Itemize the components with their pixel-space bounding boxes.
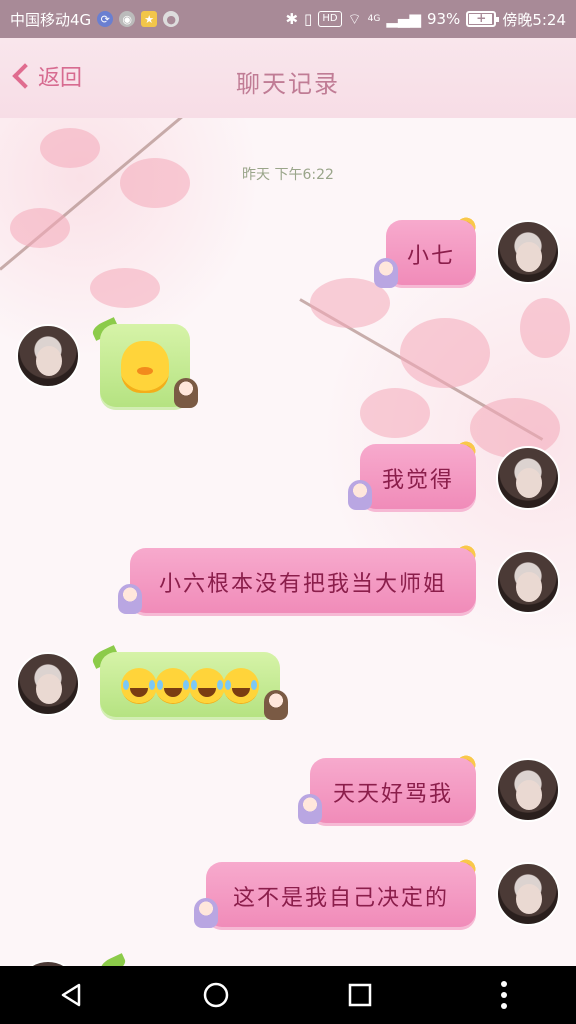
chibi-decoration xyxy=(374,258,398,288)
signal-icon: ▂▄▆ xyxy=(386,10,421,28)
blossom-decoration xyxy=(40,128,100,168)
clock: 傍晚5:24 xyxy=(502,10,566,29)
vibrate-icon: ▯ xyxy=(304,10,313,28)
message-bubble[interactable]: 这不是我自己决定的 xyxy=(206,862,476,930)
message-text: 这不是我自己决定的 xyxy=(232,886,449,911)
battery-icon: + xyxy=(466,11,500,27)
blossom-decoration xyxy=(90,268,160,308)
network-type: 4G xyxy=(367,14,381,24)
chibi-decoration xyxy=(194,898,218,928)
message-text: 小六根本没有把我当大师姐 xyxy=(158,572,447,597)
recent-square-icon[interactable] xyxy=(340,975,380,1015)
sync-icon: ⟳ xyxy=(97,11,114,27)
avatar[interactable] xyxy=(496,220,560,284)
chat-area[interactable]: 昨天 下午6:22 小七 我觉得 小六根本没有把我当大师姐 天天好骂我 这不是我… xyxy=(0,118,576,966)
message-icon: ● xyxy=(163,11,180,27)
message-bubble[interactable]: 小七 xyxy=(386,220,476,288)
laughing-crying-emoji xyxy=(121,668,157,704)
menu-dots-icon[interactable] xyxy=(484,975,524,1015)
wifi-icon: ⌔ xyxy=(347,9,362,28)
message-bubble[interactable]: 小六根本没有把我当大师姐 xyxy=(130,548,476,616)
header: 返回 聊天记录 xyxy=(0,38,576,118)
leaf-decoration xyxy=(98,953,128,966)
page-title: 聊天记录 xyxy=(236,70,340,98)
blossom-decoration xyxy=(520,298,570,358)
home-circle-icon[interactable] xyxy=(196,975,236,1015)
message-timestamp: 昨天 下午6:22 xyxy=(242,167,334,183)
blossom-decoration xyxy=(360,388,430,438)
chibi-decoration xyxy=(174,378,198,408)
chibi-decoration xyxy=(298,794,322,824)
shield-icon: ◉ xyxy=(119,11,136,27)
message-text: 我觉得 xyxy=(381,468,454,493)
avatar[interactable] xyxy=(496,862,560,926)
message-text: 天天好骂我 xyxy=(332,782,453,807)
chibi-decoration xyxy=(264,690,288,720)
star-app-icon: ★ xyxy=(141,11,158,27)
laughing-crying-emoji xyxy=(189,668,225,704)
message-bubble[interactable] xyxy=(100,652,280,720)
battery-percent: 93% xyxy=(426,10,461,28)
carrier-label: 中国移动4G xyxy=(10,10,92,29)
duck-emoji xyxy=(121,341,169,393)
avatar[interactable] xyxy=(16,652,80,716)
navigation-bar xyxy=(0,966,576,1024)
blossom-decoration xyxy=(400,318,490,388)
message-bubble[interactable]: 我觉得 xyxy=(360,444,476,512)
avatar[interactable] xyxy=(16,324,80,388)
message-bubble[interactable]: 天天好骂我 xyxy=(310,758,476,826)
back-triangle-icon[interactable] xyxy=(52,975,92,1015)
chibi-decoration xyxy=(348,480,372,510)
bluetooth-icon: ✱ xyxy=(285,10,299,28)
laughing-crying-emoji xyxy=(155,668,191,704)
avatar[interactable] xyxy=(496,758,560,822)
status-bar: 中国移动4G ⟳ ◉ ★ ● ✱ ▯ HD ⌔ 4G ▂▄▆ 93% + 傍晚5… xyxy=(0,0,576,38)
hd-icon: HD xyxy=(318,11,342,27)
blossom-decoration xyxy=(10,208,70,248)
avatar[interactable] xyxy=(496,550,560,614)
laughing-crying-emoji xyxy=(223,668,259,704)
message-text: 小七 xyxy=(406,244,455,269)
chibi-decoration xyxy=(118,584,142,614)
avatar[interactable] xyxy=(496,446,560,510)
